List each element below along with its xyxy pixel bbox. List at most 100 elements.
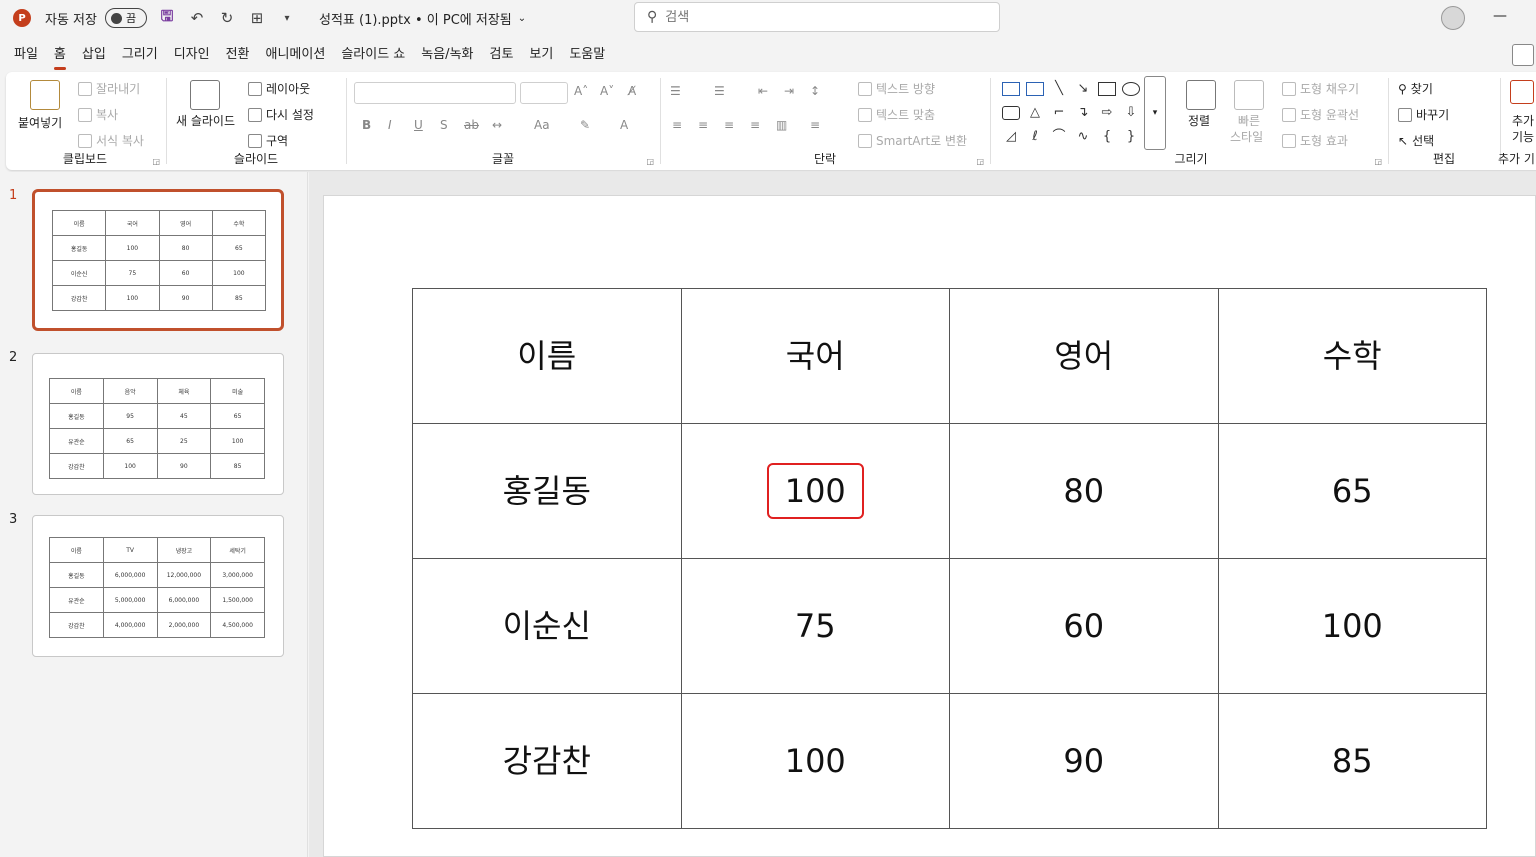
slide-thumbnail-3[interactable]: 이름 TV 냉장고 세탁기 홍길동 6,000,000 12,000,000 3,000,0… (32, 515, 284, 657)
table-cell[interactable]: 85 (1217, 693, 1487, 829)
cut-button[interactable]: 잘라내기 (78, 80, 140, 97)
copy-button[interactable]: 복사 (78, 106, 118, 123)
dialog-launcher-icon[interactable]: ◲ (152, 157, 160, 166)
char-spacing-icon[interactable]: ↔ (492, 118, 502, 132)
table-cell[interactable]: 홍길동 (412, 423, 682, 559)
italic-icon[interactable]: I (388, 118, 392, 132)
slide-thumbnail-2[interactable]: 이름 음악 체육 미술 홍길동 95 45 65 유관순 65 25 100 강감찬 100 90 85 (32, 353, 284, 495)
dialog-launcher-icon[interactable]: ◲ (646, 157, 654, 166)
new-slide-icon[interactable] (190, 80, 220, 110)
layout-button[interactable]: 레이아웃 (248, 80, 310, 97)
numbering-icon[interactable]: ☰ (714, 84, 725, 98)
undo-icon[interactable]: ↶ (187, 9, 207, 27)
search-box[interactable]: ⚲ (634, 2, 1000, 32)
addins-button-1[interactable]: 추가 (1512, 112, 1534, 129)
right-arrow-shape-icon[interactable]: ⇨ (1098, 106, 1116, 120)
decrease-font-icon[interactable]: A˅ (600, 84, 614, 98)
section-button[interactable]: 구역 (248, 132, 288, 149)
table-cell[interactable]: 수학 (1217, 288, 1487, 424)
left-brace-shape-icon[interactable]: { (1098, 130, 1116, 144)
table-cell[interactable]: 90 (949, 693, 1219, 829)
text-box-shape-icon[interactable] (1002, 82, 1020, 96)
arc-shape-icon[interactable]: ⌒ (1050, 130, 1068, 144)
bullets-icon[interactable]: ☰ (670, 84, 681, 98)
minimize-button[interactable]: — (1493, 8, 1507, 24)
paragraph-spacing-icon[interactable]: ≡ (810, 118, 820, 132)
grade-table[interactable]: 이름 국어 영어 수학 홍길동 100 80 65 이순신 75 60 100 … (412, 288, 1487, 829)
triangle-shape-icon[interactable]: △ (1026, 106, 1044, 120)
dialog-launcher-icon[interactable]: ◲ (976, 157, 984, 166)
quick-styles-button-2[interactable]: 스타일 (1230, 128, 1263, 145)
arrow-line-shape-icon[interactable]: ↘ (1074, 82, 1092, 96)
paste-button[interactable]: 붙여넣기 (18, 114, 62, 131)
quick-styles-button-1[interactable]: 빠른 (1238, 112, 1260, 129)
tab-design[interactable]: 디자인 (166, 42, 218, 68)
table-cell[interactable]: 60 (949, 558, 1219, 694)
columns-icon[interactable]: ▥ (776, 118, 787, 132)
replace-button[interactable]: 바꾸기 (1398, 106, 1449, 123)
table-cell-selected[interactable]: 100 (680, 423, 950, 559)
shape-outline-button[interactable]: 도형 윤곽선 (1282, 106, 1359, 123)
addins-icon[interactable] (1510, 80, 1534, 104)
oval-shape-icon[interactable] (1122, 82, 1140, 96)
table-cell[interactable]: 강감찬 (412, 693, 682, 829)
align-text-button[interactable]: 텍스트 맞춤 (858, 106, 935, 123)
align-center-icon[interactable]: ≡ (698, 118, 708, 132)
shadow-icon[interactable]: S (440, 118, 448, 132)
tab-file[interactable]: 파일 (6, 42, 46, 68)
comments-button[interactable] (1512, 44, 1534, 66)
highlight-icon[interactable]: ✎ (580, 118, 590, 132)
tab-insert[interactable]: 삽입 (74, 42, 114, 68)
align-left-icon[interactable]: ≡ (672, 118, 682, 132)
tab-view[interactable]: 보기 (521, 42, 561, 68)
align-right-icon[interactable]: ≡ (724, 118, 734, 132)
strikethrough-icon[interactable]: ab (464, 118, 479, 132)
tab-record[interactable]: 녹음/녹화 (413, 42, 481, 68)
table-cell[interactable]: 이순신 (412, 558, 682, 694)
autosave-toggle[interactable]: 끔 (104, 8, 147, 28)
line-spacing-icon[interactable]: ↕ (810, 84, 820, 98)
paste-icon[interactable] (30, 80, 60, 110)
font-size-select[interactable] (520, 82, 568, 104)
increase-indent-icon[interactable]: ⇥ (784, 84, 794, 98)
tab-animations[interactable]: 애니메이션 (258, 42, 334, 68)
vertical-text-box-shape-icon[interactable] (1026, 82, 1044, 96)
scribble-shape-icon[interactable]: ℓ (1026, 130, 1044, 144)
font-name-select[interactable] (354, 82, 516, 104)
table-cell[interactable]: 100 (680, 693, 950, 829)
arrange-icon[interactable] (1186, 80, 1216, 110)
justify-icon[interactable]: ≡ (750, 118, 760, 132)
decrease-indent-icon[interactable]: ⇤ (758, 84, 768, 98)
elbow-arrow-shape-icon[interactable]: ↴ (1074, 106, 1092, 120)
rectangle-shape-icon[interactable] (1098, 82, 1116, 96)
reset-button[interactable]: 다시 설정 (248, 106, 314, 123)
selected-cell-text[interactable]: 100 (766, 463, 864, 519)
freeform-shape-icon[interactable]: ◿ (1002, 130, 1020, 144)
down-arrow-shape-icon[interactable]: ⇩ (1122, 106, 1140, 120)
line-shape-icon[interactable]: ╲ (1050, 82, 1068, 96)
tab-help[interactable]: 도움말 (561, 42, 613, 68)
shape-effects-button[interactable]: 도형 효과 (1282, 132, 1348, 149)
slideshow-from-start-icon[interactable]: ⊞ (247, 9, 267, 27)
tab-home[interactable]: 홈 (46, 42, 74, 70)
document-title[interactable]: 성적표 (1).pptx • 이 PC에 저장됨 (319, 9, 512, 28)
clear-format-icon[interactable]: A̸ (628, 84, 636, 98)
shape-fill-button[interactable]: 도형 채우기 (1282, 80, 1359, 97)
table-cell[interactable]: 80 (949, 423, 1219, 559)
find-button[interactable]: ⚲ 찾기 (1398, 80, 1433, 97)
dialog-launcher-icon[interactable]: ◲ (1374, 157, 1382, 166)
tab-slideshow[interactable]: 슬라이드 쇼 (333, 42, 413, 68)
table-cell[interactable]: 이름 (412, 288, 682, 424)
redo-icon[interactable]: ↻ (217, 9, 237, 27)
arrange-button[interactable]: 정렬 (1188, 112, 1210, 129)
shapes-more-icon[interactable]: ▾ (1144, 76, 1166, 150)
smartart-button[interactable]: SmartArt로 변환 (858, 132, 967, 149)
format-painter-button[interactable]: 서식 복사 (78, 132, 144, 149)
curve-shape-icon[interactable]: ∿ (1074, 130, 1092, 144)
right-brace-shape-icon[interactable]: } (1122, 130, 1140, 144)
addins-button-2[interactable]: 기능 (1512, 128, 1534, 145)
text-direction-button[interactable]: 텍스트 방향 (858, 80, 935, 97)
quick-styles-icon[interactable] (1234, 80, 1264, 110)
table-cell[interactable]: 영어 (949, 288, 1219, 424)
tab-transitions[interactable]: 전환 (218, 42, 258, 68)
